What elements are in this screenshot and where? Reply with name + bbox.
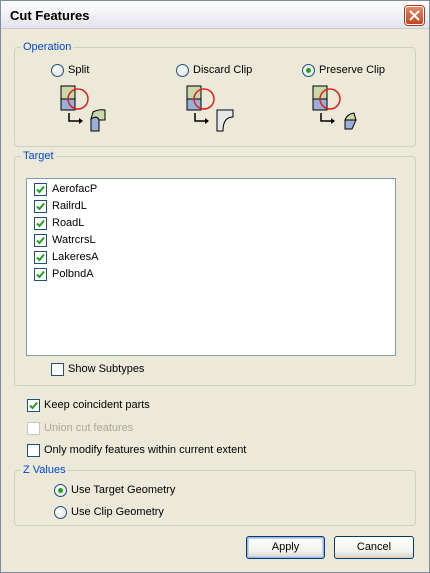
- union-cut-features-label: Union cut features: [44, 422, 134, 434]
- railrdl-checkbox[interactable]: [34, 200, 47, 213]
- use-target-geometry-label[interactable]: Use Target Geometry: [71, 484, 175, 496]
- layer-label: PolbndA: [52, 268, 94, 280]
- watrcrsl-checkbox[interactable]: [34, 234, 47, 247]
- aerofacp-checkbox[interactable]: [34, 183, 47, 196]
- use-clip-geometry-label[interactable]: Use Clip Geometry: [71, 506, 164, 518]
- split-diagram-icon: [60, 85, 106, 132]
- union-cut-features-checkbox: [27, 422, 40, 435]
- layer-label: WatrcrsL: [52, 234, 96, 246]
- check-mark-icon: [36, 185, 45, 194]
- close-icon: [409, 10, 420, 21]
- layer-label: AerofacP: [52, 183, 98, 195]
- check-mark-icon: [29, 401, 38, 410]
- preserve-clip-label[interactable]: Preserve Clip: [319, 64, 385, 76]
- keep-coincident-parts-label[interactable]: Keep coincident parts: [44, 399, 150, 411]
- split-radio[interactable]: [51, 64, 64, 77]
- operation-legend: Operation: [23, 41, 72, 53]
- check-mark-icon: [36, 253, 45, 262]
- target-legend: Target: [23, 150, 54, 162]
- use-target-geometry-radio[interactable]: [54, 484, 67, 497]
- use-clip-geometry-radio[interactable]: [54, 506, 67, 519]
- target-layer-list[interactable]: AerofacP RailrdL RoadL WatrcrsL LakeresA: [26, 178, 396, 356]
- show-subtypes-label[interactable]: Show Subtypes: [68, 363, 144, 375]
- preserve-clip-radio[interactable]: [302, 64, 315, 77]
- cancel-button[interactable]: Cancel: [334, 536, 414, 559]
- polbnda-checkbox[interactable]: [34, 268, 47, 281]
- check-mark-icon: [36, 270, 45, 279]
- discard-clip-label[interactable]: Discard Clip: [193, 64, 252, 76]
- discard-clip-radio[interactable]: [176, 64, 189, 77]
- layer-label: RailrdL: [52, 200, 87, 212]
- title-bar: Cut Features: [1, 1, 429, 29]
- check-mark-icon: [36, 202, 45, 211]
- keep-coincident-parts-checkbox[interactable]: [27, 399, 40, 412]
- check-mark-icon: [36, 219, 45, 228]
- roadl-checkbox[interactable]: [34, 217, 47, 230]
- only-modify-within-extent-checkbox[interactable]: [27, 444, 40, 457]
- check-mark-icon: [36, 236, 45, 245]
- preserve-clip-diagram-icon: [312, 85, 357, 130]
- discard-clip-diagram-icon: [186, 85, 234, 132]
- cut-features-dialog: Cut Features Operation Split Discard Cli…: [0, 0, 430, 573]
- show-subtypes-checkbox[interactable]: [51, 363, 64, 376]
- layer-label: LakeresA: [52, 251, 99, 263]
- layer-label: RoadL: [52, 217, 85, 229]
- lakeresa-checkbox[interactable]: [34, 251, 47, 264]
- close-button[interactable]: [405, 6, 424, 25]
- apply-button[interactable]: Apply: [246, 536, 325, 559]
- z-values-legend: Z Values: [23, 464, 66, 476]
- only-modify-within-extent-label[interactable]: Only modify features within current exte…: [44, 444, 246, 456]
- window-title: Cut Features: [10, 8, 90, 23]
- split-label[interactable]: Split: [68, 64, 89, 76]
